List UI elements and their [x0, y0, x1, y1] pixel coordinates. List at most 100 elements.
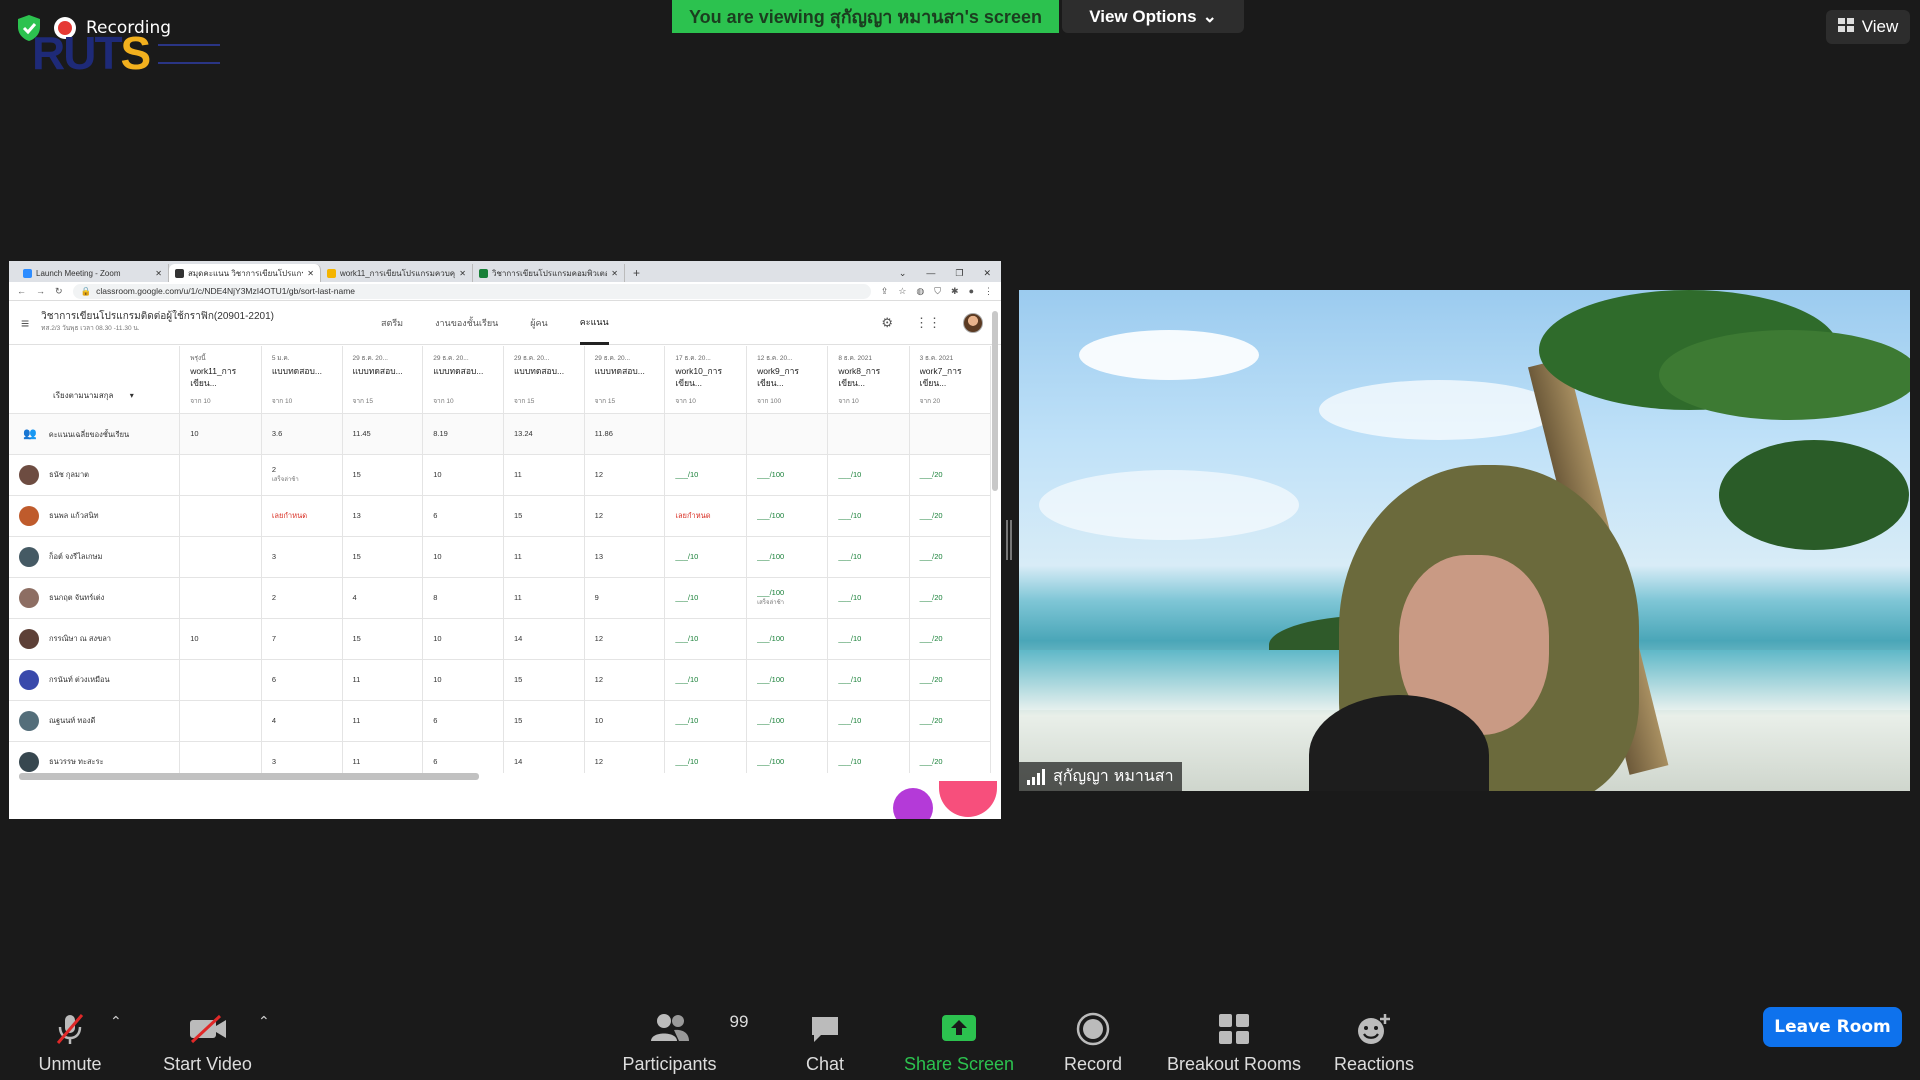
browser-tab[interactable]: work11_การเขียนโปรแกรมควบคุมเงื่อนไข✕: [321, 264, 473, 282]
assignment-column-header[interactable]: 29 ธ.ค. 20... แบบทดสอบ... จาก 15: [584, 346, 666, 414]
minimize-icon[interactable]: —: [926, 268, 935, 278]
grade-cell[interactable]: 8: [422, 577, 504, 619]
grade-cell[interactable]: 3: [261, 536, 343, 578]
grade-cell[interactable]: ___/10: [664, 454, 748, 496]
grade-cell[interactable]: 4: [261, 700, 343, 742]
grade-cell[interactable]: 6: [422, 495, 504, 537]
grade-cell[interactable]: 10: [422, 454, 504, 496]
grade-cell[interactable]: 15: [503, 495, 585, 537]
grade-cell[interactable]: ___/20: [909, 577, 991, 619]
grade-cell[interactable]: 14: [503, 618, 585, 660]
grade-cell[interactable]: [179, 659, 262, 701]
back-icon[interactable]: ←: [17, 286, 26, 296]
grade-cell[interactable]: ___/10: [827, 495, 910, 537]
assignment-column-header[interactable]: 12 ธ.ค. 20... work9_การเขียน... จาก 100: [746, 346, 829, 414]
grade-cell[interactable]: [179, 577, 262, 619]
grade-cell[interactable]: ___/100: [746, 454, 829, 496]
grade-cell[interactable]: ___/100: [746, 659, 829, 701]
grade-cell[interactable]: ___/20: [909, 700, 991, 742]
forward-icon[interactable]: →: [36, 286, 45, 296]
grade-cell[interactable]: 3: [261, 741, 343, 773]
sort-header[interactable]: เรียงตามนามสกุล ▾: [9, 346, 181, 414]
grade-cell[interactable]: 15: [503, 700, 585, 742]
student-name-cell[interactable]: ธนกฤต จันทร์เต่ง: [9, 577, 181, 619]
leave-room-button[interactable]: Leave Room: [1763, 1007, 1902, 1047]
grade-cell[interactable]: [179, 495, 262, 537]
grade-cell[interactable]: 13: [342, 495, 424, 537]
vertical-scrollbar[interactable]: [992, 311, 998, 491]
shield-extension-icon[interactable]: ⛉: [934, 286, 941, 297]
settings-gear-icon[interactable]: ⚙: [881, 315, 893, 331]
chat-button[interactable]: Chat: [792, 988, 858, 1080]
grade-cell[interactable]: ___/10: [827, 454, 910, 496]
horizontal-scrollbar[interactable]: [19, 773, 479, 780]
unmute-button[interactable]: Unmute: [30, 988, 110, 1080]
classroom-nav-tab[interactable]: สตรีม: [381, 301, 403, 345]
view-button[interactable]: View: [1826, 10, 1910, 44]
grade-cell[interactable]: ___/100: [746, 495, 829, 537]
grade-cell[interactable]: 15: [503, 659, 585, 701]
student-name-cell[interactable]: กรนันท์ ต่วงเหมือน: [9, 659, 181, 701]
grade-cell[interactable]: ___/10: [664, 536, 748, 578]
grade-cell[interactable]: ___/100: [746, 536, 829, 578]
sort-dropdown[interactable]: เรียงตามนามสกุล ▾: [19, 389, 169, 402]
reload-icon[interactable]: ↻: [55, 286, 63, 297]
grade-cell[interactable]: ___/20: [909, 454, 991, 496]
grade-cell[interactable]: 6: [422, 741, 504, 773]
audio-options-caret-icon[interactable]: ⌃: [110, 1014, 122, 1030]
grade-cell[interactable]: [179, 454, 262, 496]
grade-cell[interactable]: 4: [342, 577, 424, 619]
maximize-icon[interactable]: ❐: [955, 268, 963, 279]
student-name-cell[interactable]: ก็อต์ จงรีไลเกษม: [9, 536, 181, 578]
grade-cell[interactable]: 15: [342, 536, 424, 578]
grade-cell[interactable]: 11: [503, 577, 585, 619]
grade-cell[interactable]: 12: [584, 495, 666, 537]
grade-cell[interactable]: ___/10: [664, 577, 748, 619]
grade-cell[interactable]: 6: [422, 700, 504, 742]
grade-cell[interactable]: 12: [584, 741, 666, 773]
puzzle-icon[interactable]: ✱: [951, 286, 959, 297]
grade-cell[interactable]: 13: [584, 536, 666, 578]
grade-cell[interactable]: 12: [584, 454, 666, 496]
grade-cell[interactable]: ___/20: [909, 741, 991, 773]
grade-cell[interactable]: ___/20: [909, 495, 991, 537]
grade-cell[interactable]: ___/10: [827, 700, 910, 742]
grade-cell[interactable]: เลยกำหนด: [261, 495, 343, 537]
grade-cell[interactable]: 10: [422, 536, 504, 578]
grade-cell[interactable]: 2: [261, 577, 343, 619]
grade-cell[interactable]: 12: [584, 618, 666, 660]
grade-cell[interactable]: ___/20: [909, 659, 991, 701]
new-tab-button[interactable]: +: [625, 264, 648, 282]
split-divider-handle[interactable]: [1006, 520, 1012, 560]
browser-tab[interactable]: สมุดคะแนน วิชาการเขียนโปรแกรมเชิง ✕: [169, 264, 321, 282]
share-screen-button[interactable]: Share Screen: [900, 988, 1018, 1080]
student-name-cell[interactable]: ณฐนนท์ ทองดี: [9, 700, 181, 742]
grade-cell[interactable]: 15: [342, 618, 424, 660]
apps-grid-icon[interactable]: ⋮⋮: [915, 315, 941, 331]
grade-cell[interactable]: 10: [422, 659, 504, 701]
video-options-caret-icon[interactable]: ⌃: [258, 1014, 270, 1030]
hamburger-menu-icon[interactable]: ≡: [21, 315, 29, 331]
profile-icon[interactable]: ●: [969, 286, 974, 297]
star-icon[interactable]: ☆: [898, 286, 906, 297]
assignment-column-header[interactable]: 3 ธ.ค. 2021 work7_การเขียน... จาก 20: [909, 346, 991, 414]
reactions-button[interactable]: Reactions: [1330, 988, 1418, 1080]
grade-cell[interactable]: ___/10: [664, 741, 748, 773]
classroom-nav-tab[interactable]: งานของชั้นเรียน: [435, 301, 498, 345]
grade-cell[interactable]: 2 เสร็จล่าช้า: [261, 454, 343, 496]
grade-cell[interactable]: 10: [422, 618, 504, 660]
assignment-column-header[interactable]: 29 ธ.ค. 20... แบบทดสอบ... จาก 10: [422, 346, 504, 414]
tab-close-icon[interactable]: ✕: [307, 269, 314, 278]
student-name-cell[interactable]: ธนพล แก้วสนิท: [9, 495, 181, 537]
tab-close-icon[interactable]: ✕: [155, 269, 162, 278]
classroom-nav-tab[interactable]: คะแนน: [579, 301, 609, 345]
grade-cell[interactable]: 11: [503, 536, 585, 578]
grade-cell[interactable]: 9: [584, 577, 666, 619]
grade-cell[interactable]: ___/10: [827, 659, 910, 701]
grade-cell[interactable]: 11: [503, 454, 585, 496]
grade-cell[interactable]: [179, 741, 262, 773]
tab-search-icon[interactable]: ⌄: [899, 268, 907, 279]
grade-cell[interactable]: ___/10: [827, 536, 910, 578]
assignment-column-header[interactable]: 5 ม.ค. แบบทดสอบ... จาก 10: [261, 346, 343, 414]
assignment-column-header[interactable]: 17 ธ.ค. 20... work10_การเขียน... จาก 10: [664, 346, 748, 414]
